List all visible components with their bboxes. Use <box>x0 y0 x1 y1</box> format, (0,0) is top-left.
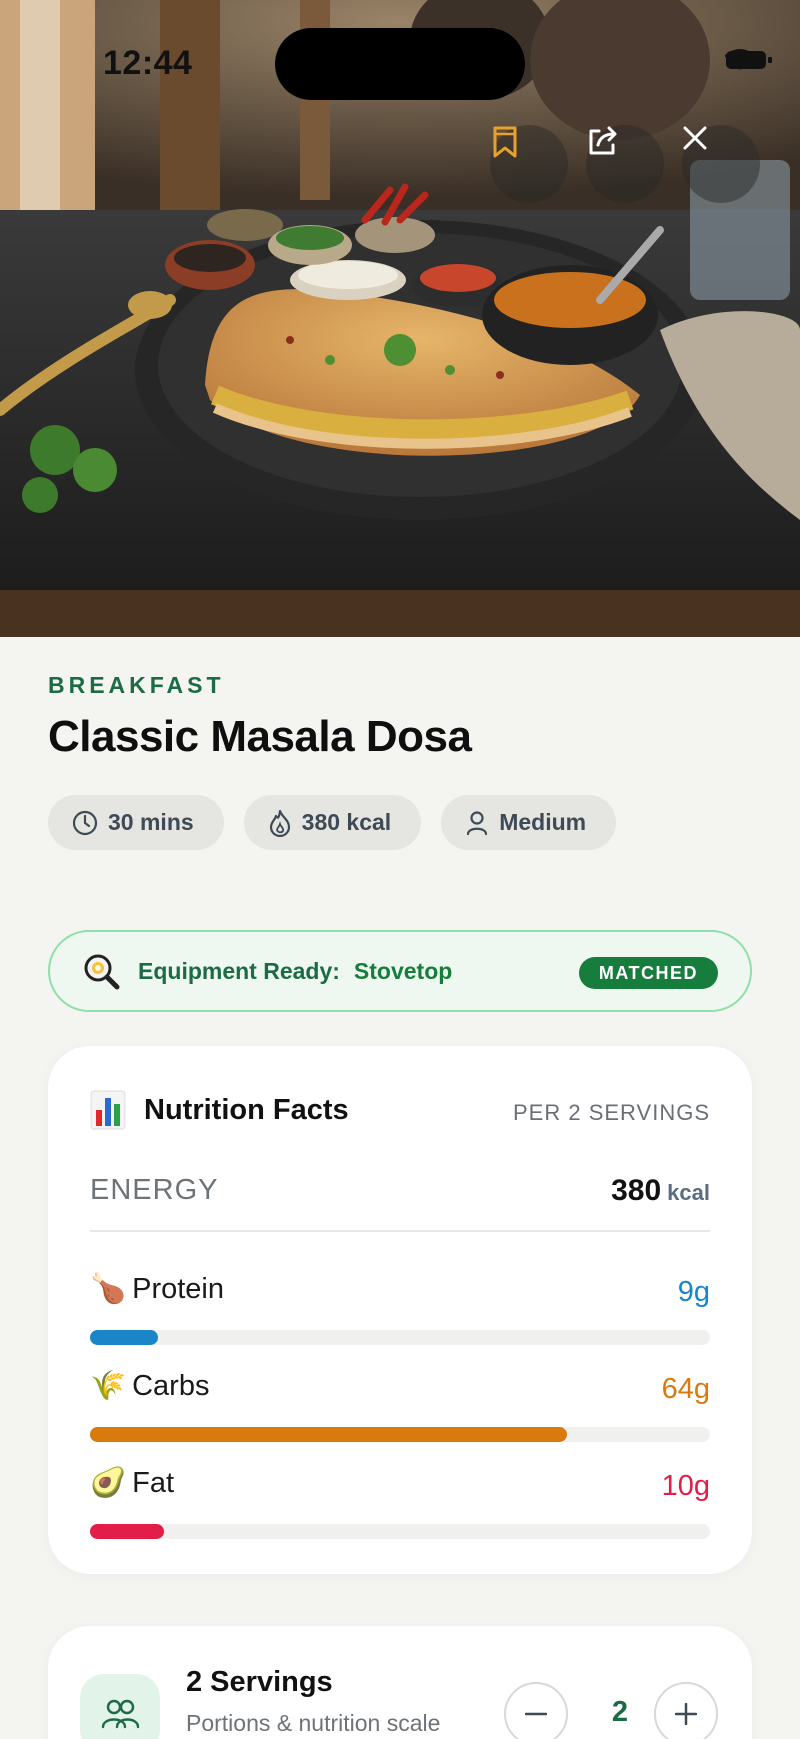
close-button[interactable] <box>682 125 760 203</box>
progress-track <box>90 1524 710 1539</box>
servings-icon-wrap <box>80 1674 160 1739</box>
hero-image: 12:44 <box>0 0 800 637</box>
servings-card: 2 Servings Portions & nutrition scale 2 <box>48 1626 752 1739</box>
energy-unit: kcal <box>667 1180 710 1205</box>
decrease-servings-button[interactable] <box>504 1682 568 1739</box>
macro-row-carbs: 🌾 Carbs 64g <box>90 1369 710 1443</box>
energy-label: ENERGY <box>90 1174 219 1206</box>
wheat-icon: 🌾 <box>90 1370 127 1402</box>
servings-count: 2 <box>611 1696 629 1728</box>
minus-icon <box>525 1712 547 1716</box>
macro-label: Fat <box>132 1466 175 1499</box>
difficulty-chip-label: Medium <box>499 809 587 835</box>
progress-track <box>90 1427 710 1442</box>
matched-badge: MATCHED <box>578 957 718 989</box>
per-servings-label: PER 2 SERVINGS <box>513 1100 710 1125</box>
bar-chart-icon <box>90 1090 126 1130</box>
macro-row-protein: 🍗 Protein 9g <box>90 1272 710 1346</box>
equipment-banner: Equipment Ready: Stovetop MATCHED <box>48 930 752 1012</box>
share-icon <box>589 126 617 155</box>
progress-fill-carbs <box>90 1427 568 1442</box>
progress-fill-fat <box>90 1524 165 1539</box>
servings-subtitle: Portions & nutrition scale <box>186 1710 441 1736</box>
macro-name-fat: 🥑 Fat <box>90 1466 174 1500</box>
close-icon <box>683 126 707 150</box>
bookmark-icon <box>493 126 517 158</box>
clock-icon <box>72 810 98 835</box>
avocado-icon: 🥑 <box>90 1467 127 1499</box>
macro-row-fat: 🥑 Fat 10g <box>90 1466 710 1540</box>
energy-number: 380 <box>611 1174 662 1207</box>
battery-icon <box>726 51 772 69</box>
recipe-category: BREAKFAST <box>48 672 225 698</box>
magnifier-pan-icon <box>84 954 120 990</box>
bookmark-button[interactable] <box>490 125 568 203</box>
person-icon <box>467 810 488 835</box>
equipment-label: Equipment Ready: <box>138 957 340 984</box>
status-time: 12:44 <box>103 44 193 82</box>
flame-icon <box>269 809 290 837</box>
share-button[interactable] <box>586 125 664 203</box>
dynamic-island <box>275 28 525 100</box>
plus-icon <box>675 1703 697 1725</box>
macro-name-protein: 🍗 Protein <box>90 1272 224 1306</box>
time-chip-label: 30 mins <box>108 809 194 835</box>
calories-chip-label: 380 kcal <box>301 809 392 835</box>
time-chip: 30 mins <box>48 795 224 850</box>
progress-track <box>90 1330 710 1345</box>
macro-label: Protein <box>132 1272 224 1305</box>
nutrition-title: Nutrition Facts <box>144 1093 349 1126</box>
drumstick-icon: 🍗 <box>90 1273 127 1305</box>
progress-fill-protein <box>90 1330 159 1345</box>
nutrition-header: Nutrition Facts <box>90 1090 349 1130</box>
energy-row: ENERGY 380 kcal <box>90 1174 710 1232</box>
people-icon <box>101 1699 140 1729</box>
equipment-value: Stovetop <box>353 957 453 984</box>
recipe-title: Classic Masala Dosa <box>48 712 472 761</box>
servings-title: 2 Servings <box>186 1666 333 1698</box>
macro-value-carbs: 64g <box>661 1373 710 1405</box>
calories-chip: 380 kcal <box>243 795 422 850</box>
macro-value-fat: 10g <box>661 1470 710 1502</box>
energy-value: 380 kcal <box>611 1174 710 1208</box>
increase-servings-button[interactable] <box>654 1682 718 1739</box>
macro-label: Carbs <box>132 1369 210 1402</box>
macro-value-protein: 9g <box>677 1276 710 1308</box>
difficulty-chip: Medium <box>441 795 617 850</box>
recipe-meta-chips: 30 mins 380 kcal Medium <box>48 795 617 850</box>
nutrition-card: Nutrition Facts PER 2 SERVINGS ENERGY 38… <box>48 1046 752 1574</box>
macro-name-carbs: 🌾 Carbs <box>90 1369 209 1403</box>
